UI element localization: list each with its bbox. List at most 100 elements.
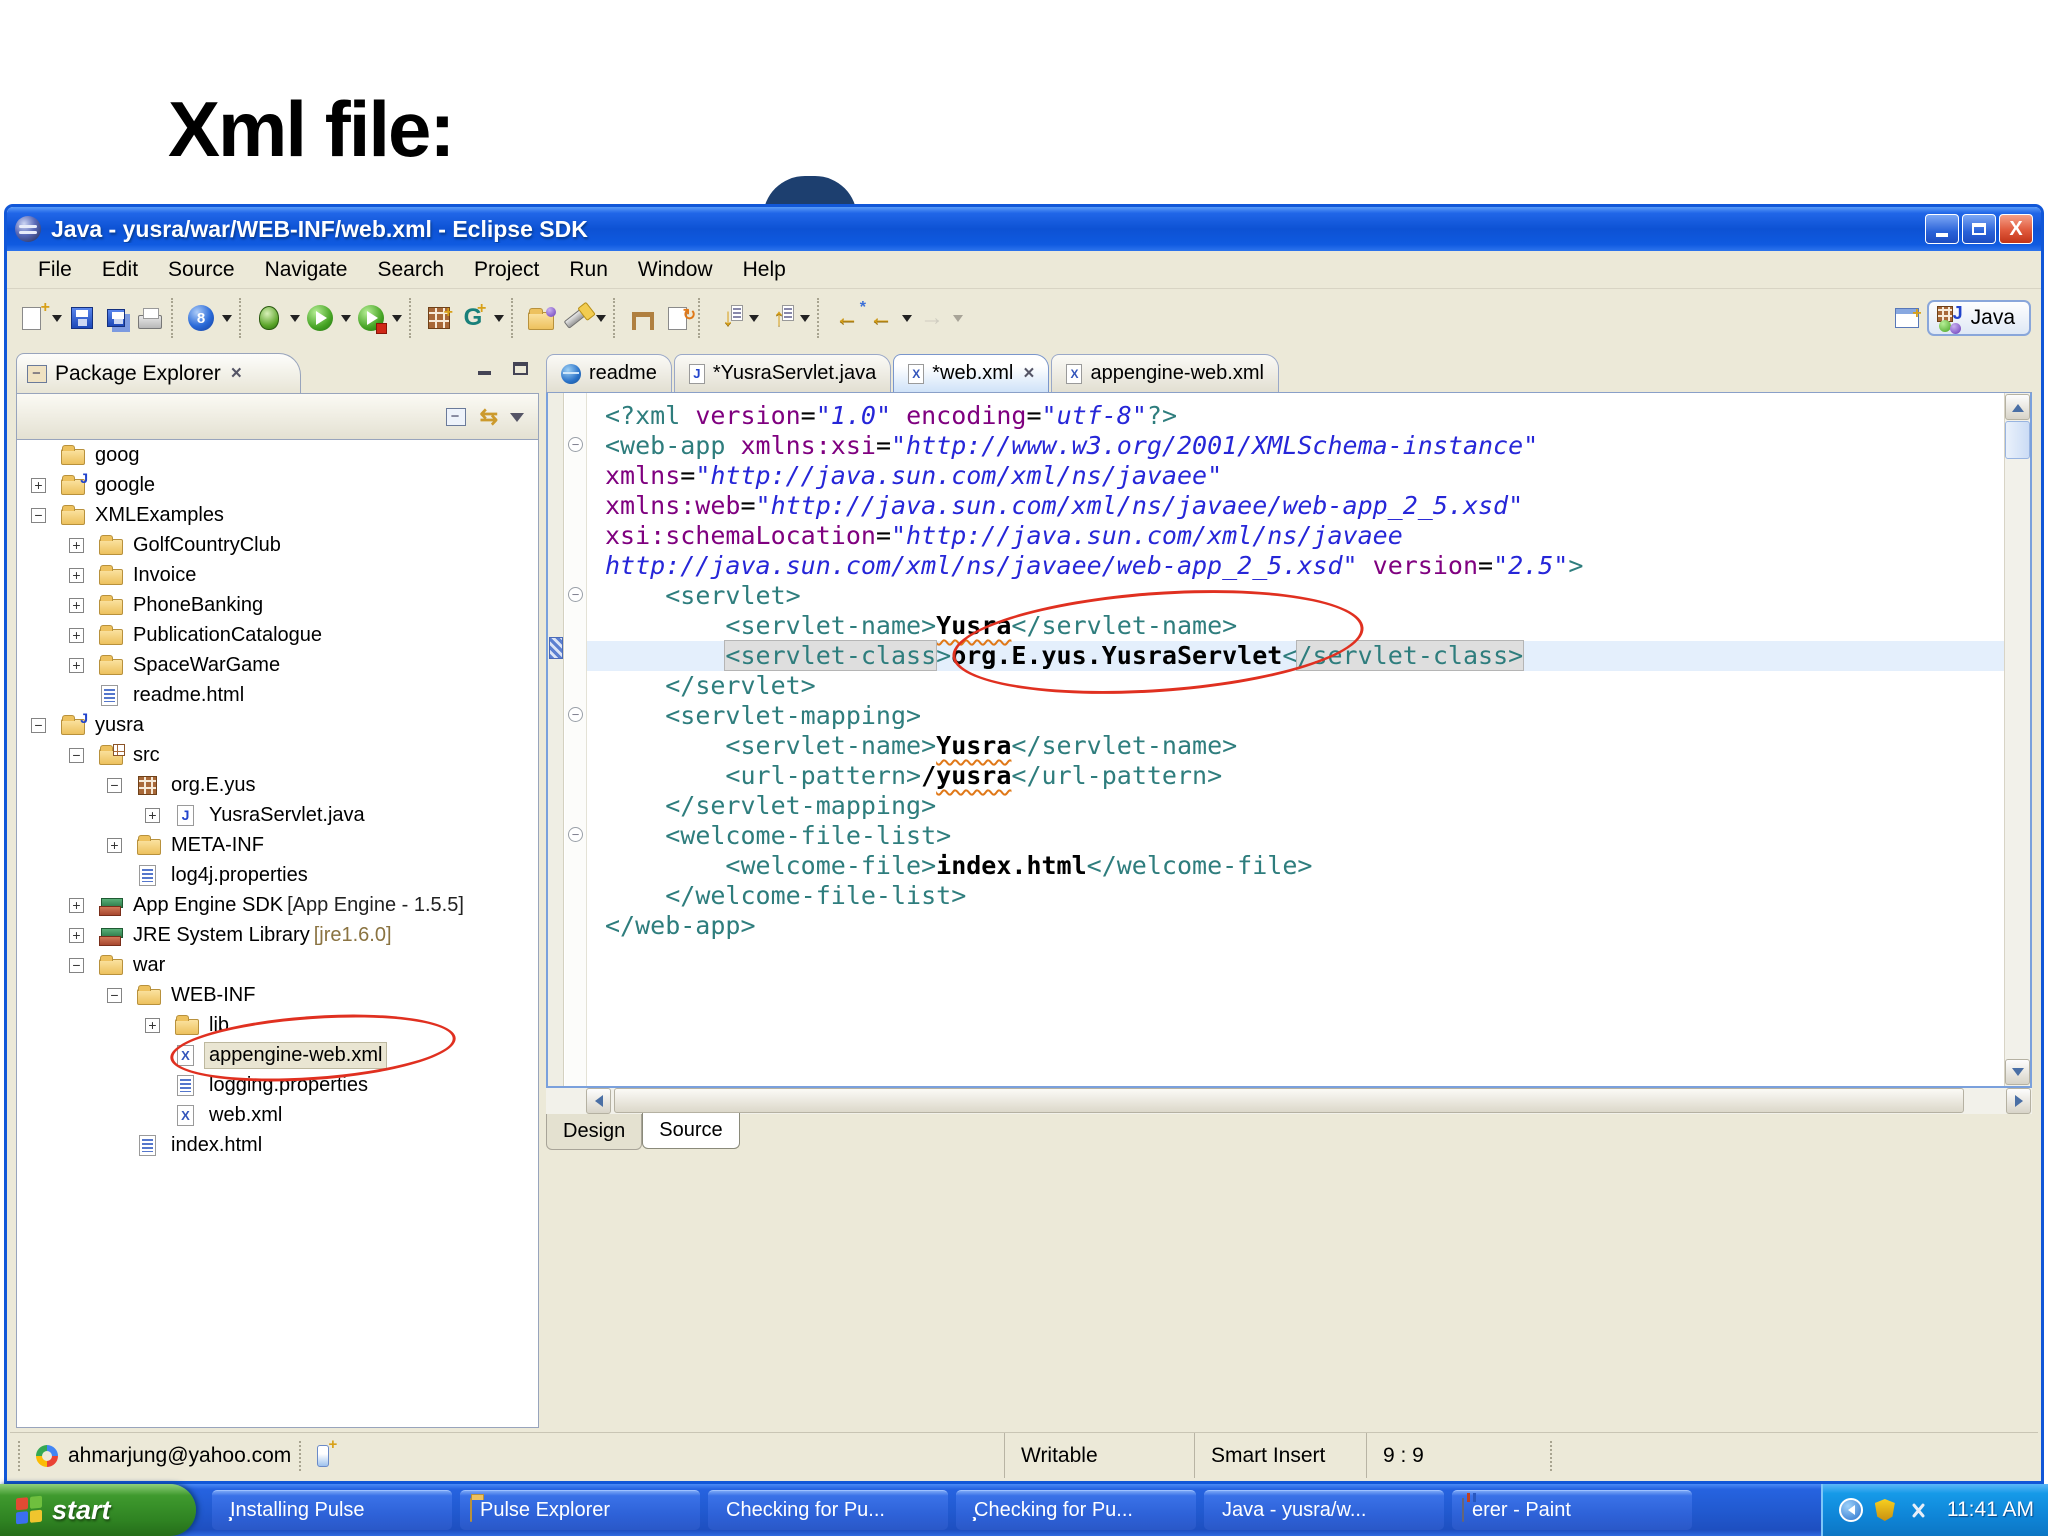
open-resource-icon[interactable] <box>526 303 556 333</box>
scroll-down-button[interactable] <box>2005 1059 2030 1085</box>
tree-expander[interactable]: + <box>145 1017 175 1033</box>
open-perspective-icon[interactable]: + <box>1894 306 1922 328</box>
editor-tab-readme[interactable]: readme <box>546 354 672 392</box>
tab-source[interactable]: Source <box>642 1113 740 1149</box>
horizontal-scrollbar[interactable] <box>546 1088 2032 1114</box>
fold-marker[interactable]: − <box>568 707 583 722</box>
tree-expander[interactable]: − <box>31 717 61 733</box>
code-line[interactable]: <welcome-file>index.html</welcome-file> <box>605 851 2004 881</box>
scroll-left-button[interactable] <box>586 1088 611 1114</box>
save-all-icon[interactable] <box>101 303 131 333</box>
debug-icon[interactable] <box>254 303 284 333</box>
code-line[interactable]: </welcome-file-list> <box>605 881 2004 911</box>
start-button[interactable]: start <box>0 1484 196 1536</box>
tree-expander[interactable]: + <box>69 657 99 673</box>
tree-expander[interactable]: + <box>69 597 99 613</box>
google-services-icon[interactable]: 8 <box>186 303 216 333</box>
sync-doc-icon[interactable]: ↻ <box>662 303 696 333</box>
panel-maximize-button[interactable] <box>507 357 533 379</box>
debug-dropdown[interactable] <box>288 309 301 327</box>
tab-design[interactable]: Design <box>546 1114 643 1150</box>
tree-expander[interactable]: + <box>69 567 99 583</box>
code-line[interactable]: xmlns="http://java.sun.com/xml/ns/javaee… <box>605 461 2004 491</box>
tree-item-spacewargame[interactable]: + SpaceWarGame <box>17 650 538 680</box>
menu-navigate[interactable]: Navigate <box>252 255 361 285</box>
tree-expander[interactable]: + <box>107 837 137 853</box>
status-tool-icon[interactable] <box>317 1436 337 1467</box>
new-wizard-dropdown[interactable] <box>50 309 63 327</box>
vertical-scrollbar[interactable] <box>2004 393 2030 1086</box>
menu-source[interactable]: Source <box>155 255 248 285</box>
forward-icon[interactable]: → <box>917 303 947 333</box>
web-table-icon[interactable] <box>628 303 658 333</box>
tree-expander[interactable]: − <box>69 957 99 973</box>
menu-run[interactable]: Run <box>556 255 621 285</box>
task-button-pulse-explorer[interactable]: Pulse Explorer <box>460 1490 700 1530</box>
menu-help[interactable]: Help <box>730 255 799 285</box>
close-icon[interactable]: × <box>1023 363 1034 385</box>
hide-icons-chevron[interactable] <box>1838 1498 1863 1522</box>
code-line[interactable]: <servlet-name>Yusra</servlet-name> <box>605 731 2004 761</box>
next-annotation-dropdown[interactable] <box>747 309 760 327</box>
external-tools-dropdown[interactable] <box>390 309 403 327</box>
menu-window[interactable]: Window <box>625 255 726 285</box>
panel-minimize-button[interactable] <box>471 357 497 379</box>
task-button-java-yusra-w[interactable]: Java - yusra/w... <box>1204 1490 1444 1530</box>
xml-source-editor[interactable]: − − − − <?xml version="1.0" encoding="utf-8… <box>546 393 2032 1088</box>
search-dropdown[interactable] <box>594 309 607 327</box>
snipping-icon[interactable] <box>1907 1499 1929 1521</box>
next-annotation-icon[interactable]: ↓ <box>713 303 743 333</box>
fold-marker[interactable]: − <box>568 827 583 842</box>
close-button[interactable]: X <box>1999 214 2033 244</box>
save-icon[interactable] <box>67 303 97 333</box>
run-dropdown[interactable] <box>339 309 352 327</box>
fold-marker[interactable]: − <box>568 587 583 602</box>
code-line[interactable]: <url-pattern>/yusra</url-pattern> <box>605 761 2004 791</box>
close-icon[interactable]: × <box>231 363 242 385</box>
back-icon[interactable]: ← <box>866 303 896 333</box>
tree-item-xmlexamples[interactable]: − XMLExamples <box>17 500 538 530</box>
code-line[interactable]: xmlns:web="http://java.sun.com/xml/ns/ja… <box>605 491 2004 521</box>
tree-item-log4j-properties[interactable]: log4j.properties <box>17 860 538 890</box>
tree-item-golfcountryclub[interactable]: + GolfCountryClub <box>17 530 538 560</box>
code-line[interactable]: <web-app xmlns:xsi="http://www.w3.org/20… <box>605 431 2004 461</box>
tree-expander[interactable]: − <box>107 987 137 1003</box>
tree-item-google[interactable]: + google <box>17 470 538 500</box>
horizontal-scroll-thumb[interactable] <box>614 1088 1964 1113</box>
tree-expander[interactable]: + <box>69 537 99 553</box>
tree-item-meta-inf[interactable]: + META-INF <box>17 830 538 860</box>
prev-annotation-icon[interactable]: ↑ <box>764 303 794 333</box>
gwt-compile-icon[interactable]: G + <box>458 301 488 333</box>
maximize-button[interactable] <box>1962 214 1996 244</box>
link-with-editor-icon[interactable]: ⇆ <box>480 404 498 430</box>
tree-expander[interactable]: + <box>69 927 99 943</box>
editor-tab-yusraservlet-java[interactable]: *YusraServlet.java <box>673 354 892 392</box>
task-button-checking-for-pu[interactable]: Checking for Pu... <box>708 1490 948 1530</box>
google-services-dropdown[interactable] <box>220 309 233 327</box>
tree-item-readme-html[interactable]: readme.html <box>17 680 538 710</box>
tree-expander[interactable]: − <box>107 777 137 793</box>
prev-annotation-dropdown[interactable] <box>798 309 811 327</box>
back-dropdown[interactable] <box>900 309 913 327</box>
code-text[interactable]: <?xml version="1.0" encoding="utf-8"?> <w… <box>587 393 2004 1086</box>
tree-item-war[interactable]: − war <box>17 950 538 980</box>
security-shield-icon[interactable] <box>1874 1499 1895 1521</box>
tree-item-org-e-yus[interactable]: − org.E.yus <box>17 770 538 800</box>
window-titlebar[interactable]: Java - yusra/war/WEB-INF/web.xml - Eclip… <box>7 207 2041 251</box>
collapse-all-icon[interactable] <box>445 407 466 426</box>
tree-item-goog[interactable]: goog <box>17 440 538 470</box>
tree-item-index-html[interactable]: index.html <box>17 1130 538 1160</box>
tree-item-yusraservlet-java[interactable]: + YusraServlet.java <box>17 800 538 830</box>
tree-expander[interactable]: + <box>145 807 175 823</box>
code-line[interactable]: </web-app> <box>605 911 2004 941</box>
tree-expander[interactable]: + <box>69 897 99 913</box>
tree-expander[interactable]: − <box>69 747 99 763</box>
menu-file[interactable]: File <box>25 255 85 285</box>
java-perspective-button[interactable]: J Java <box>1926 300 2031 336</box>
tree-item-publicationcatalogue[interactable]: + PublicationCatalogue <box>17 620 538 650</box>
task-button-erer-paint[interactable]: erer - Paint <box>1452 1490 1692 1530</box>
vertical-scroll-thumb[interactable] <box>2005 421 2030 459</box>
tree-item-web-xml[interactable]: web.xml <box>17 1100 538 1130</box>
package-explorer-tab[interactable]: Package Explorer × <box>16 353 301 393</box>
tree-item-phonebanking[interactable]: + PhoneBanking <box>17 590 538 620</box>
